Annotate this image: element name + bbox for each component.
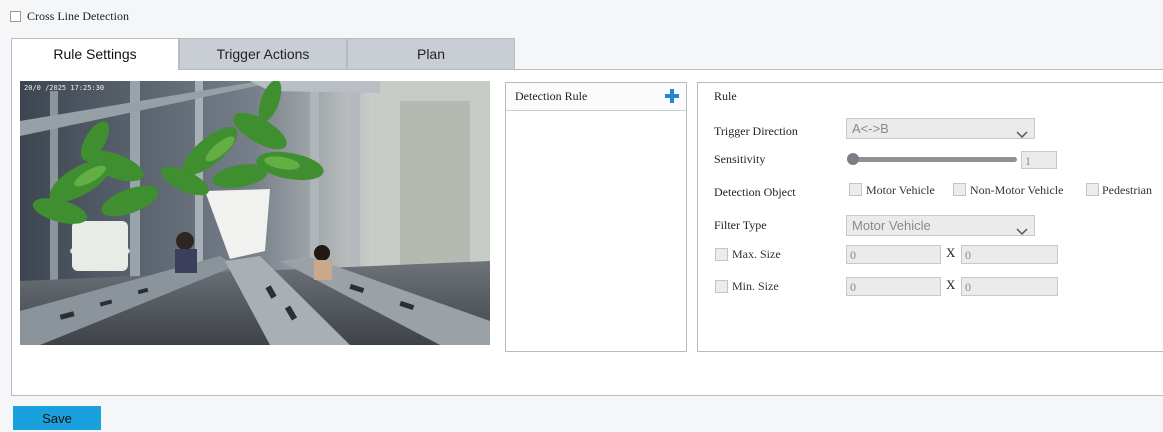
rule-title: Rule xyxy=(714,89,737,103)
min-size-height-input[interactable]: 0 xyxy=(961,277,1058,296)
video-osd-timestamp: 20/0 /2025 17:25:30 xyxy=(24,84,105,92)
max-size-width-input[interactable]: 0 xyxy=(846,245,941,264)
trigger-direction-value: A<->B xyxy=(852,121,889,136)
min-size-width-input[interactable]: 0 xyxy=(846,277,941,296)
filter-type-select[interactable]: Motor Vehicle xyxy=(846,215,1035,236)
max-size-separator: X xyxy=(946,245,956,260)
chevron-down-icon xyxy=(1016,125,1028,144)
cross-line-detection-toggle[interactable]: Cross Line Detection xyxy=(8,9,168,25)
motor-vehicle-option-label: Motor Vehicle xyxy=(866,183,935,197)
tab-rule-settings[interactable]: Rule Settings xyxy=(11,38,179,70)
sensitivity-label: Sensitivity xyxy=(714,152,766,166)
max-size-checkbox[interactable] xyxy=(715,248,728,261)
pedestrian-option-label: Pedestrian xyxy=(1102,183,1152,197)
plus-icon[interactable] xyxy=(664,88,680,104)
detection-rule-header: Detection Rule xyxy=(506,83,686,111)
min-size-separator: X xyxy=(946,277,956,292)
tab-plan[interactable]: Plan xyxy=(347,38,515,69)
trigger-direction-select[interactable]: A<->B xyxy=(846,118,1035,139)
sensitivity-slider-handle[interactable] xyxy=(847,153,859,165)
non-motor-vehicle-option-label: Non-Motor Vehicle xyxy=(970,183,1064,197)
cross-line-detection-checkbox[interactable] xyxy=(10,11,21,22)
live-video-preview[interactable]: 20/0 /2025 17:25:30 xyxy=(20,81,490,345)
pedestrian-checkbox[interactable] xyxy=(1086,183,1099,196)
non-motor-vehicle-checkbox[interactable] xyxy=(953,183,966,196)
trigger-direction-label: Trigger Direction xyxy=(714,124,798,138)
tab-trigger-actions[interactable]: Trigger Actions xyxy=(179,38,347,69)
max-size-label: Max. Size xyxy=(732,247,781,261)
min-size-label: Min. Size xyxy=(732,279,779,293)
filter-type-label: Filter Type xyxy=(714,218,767,232)
sensitivity-slider-track xyxy=(851,157,1017,162)
motor-vehicle-checkbox[interactable] xyxy=(849,183,862,196)
camera-scene-image xyxy=(20,81,490,345)
detection-object-label: Detection Object xyxy=(714,185,796,199)
cross-line-detection-label: Cross Line Detection xyxy=(27,9,129,23)
save-button[interactable]: Save xyxy=(13,406,101,430)
detection-rule-list: Detection Rule xyxy=(505,82,687,352)
detection-rule-header-label: Detection Rule xyxy=(515,89,588,103)
chevron-down-icon xyxy=(1016,222,1028,241)
filter-type-value: Motor Vehicle xyxy=(852,218,931,233)
sensitivity-slider[interactable] xyxy=(847,152,1017,166)
sensitivity-value-input[interactable]: 1 xyxy=(1021,151,1057,169)
max-size-height-input[interactable]: 0 xyxy=(961,245,1058,264)
min-size-checkbox[interactable] xyxy=(715,280,728,293)
